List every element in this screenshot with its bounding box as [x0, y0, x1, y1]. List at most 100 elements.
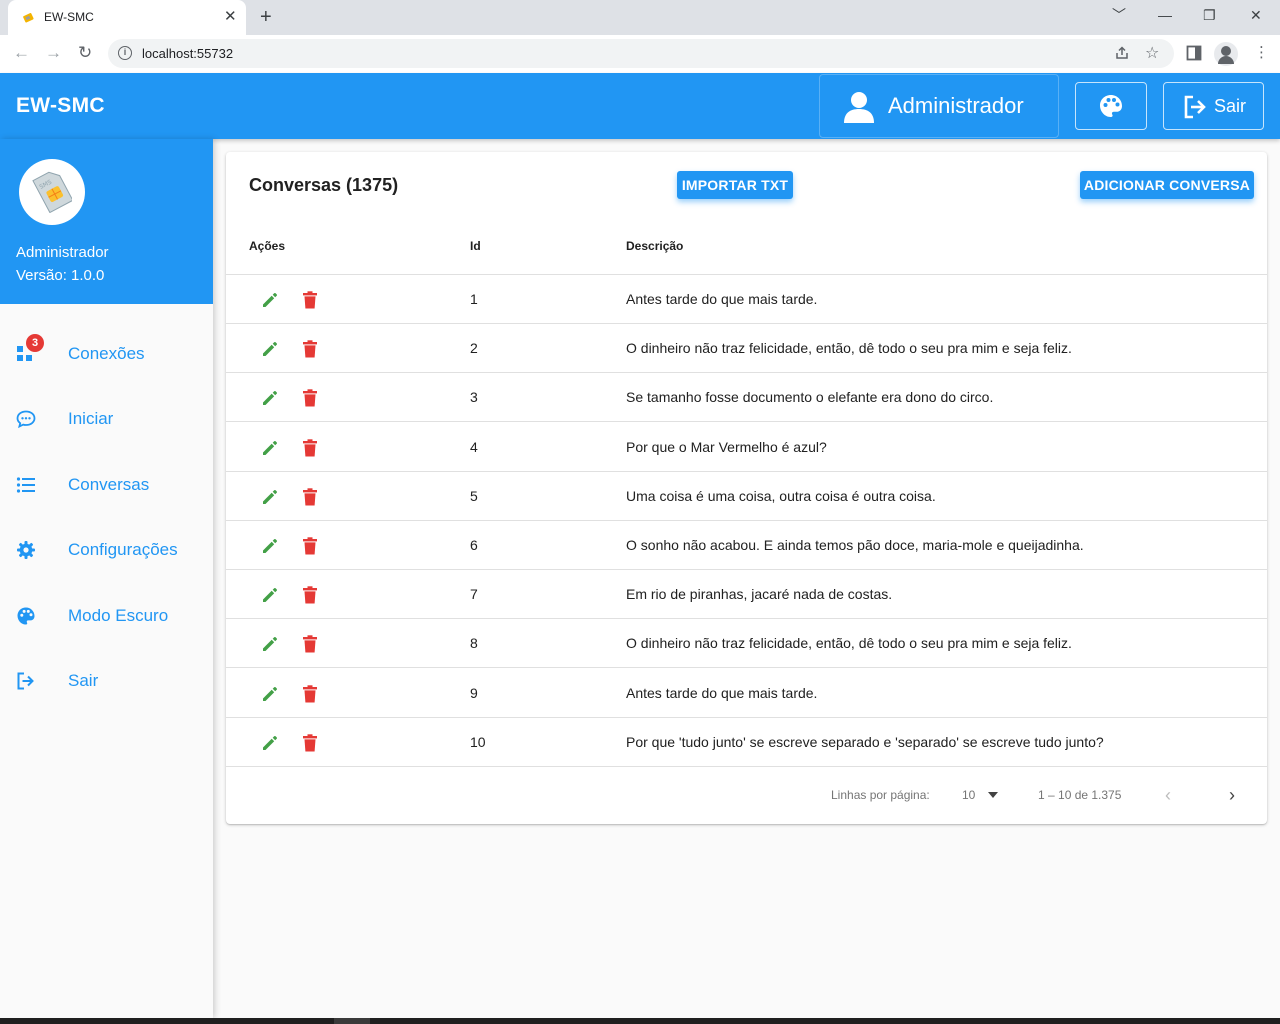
logout-label: Sair: [1214, 96, 1247, 116]
row-id: 1: [470, 291, 478, 307]
import-txt-button[interactable]: IMPORTAR TXT: [677, 171, 793, 199]
delete-trash-icon[interactable]: [302, 340, 318, 358]
delete-trash-icon[interactable]: [302, 635, 318, 653]
caret-down-icon: [988, 792, 998, 798]
sidebar-item-configuracoes[interactable]: Configurações: [0, 525, 213, 575]
rows-per-page-select[interactable]: 10: [962, 782, 1002, 806]
browser-tabstrip: EW-SMC ✕ + ﹀ — ❐ ✕: [0, 0, 1280, 35]
delete-trash-icon[interactable]: [302, 389, 318, 407]
edit-pencil-icon[interactable]: [261, 488, 279, 506]
row-description: Se tamanho fosse documento o elefante er…: [626, 389, 994, 406]
header-user-button[interactable]: Administrador: [819, 74, 1059, 138]
edit-pencil-icon[interactable]: [261, 586, 279, 604]
next-page-icon[interactable]: ›: [1229, 786, 1235, 804]
reload-icon[interactable]: ↻: [78, 43, 92, 63]
minimize-button[interactable]: —: [1158, 6, 1172, 24]
profile-panel: SMS Administrador Versão: 1.0.0: [0, 139, 213, 304]
row-id: 9: [470, 684, 478, 701]
table-row: 7 Em rio de piranhas, jacaré nada de cost…: [226, 570, 1267, 620]
theme-button[interactable]: [1075, 82, 1147, 130]
add-conversation-button[interactable]: ADICIONAR CONVERSA: [1080, 171, 1254, 199]
sidebar-item-modo-escuro[interactable]: Modo Escuro: [0, 591, 213, 641]
sidebar-item-label: Configurações: [68, 540, 178, 559]
site-info-icon[interactable]: i: [118, 46, 132, 60]
edit-pencil-icon[interactable]: [261, 291, 279, 309]
logout-icon: [1184, 95, 1206, 119]
bookmark-star-icon[interactable]: ☆: [1145, 45, 1159, 62]
address-bar[interactable]: i localhost:55732 ☆: [108, 39, 1174, 68]
column-header-description[interactable]: Descrição: [626, 239, 683, 253]
profile-avatar-icon[interactable]: [1214, 42, 1238, 66]
row-description: Por que 'tudo junto' se escreve separado…: [626, 733, 1104, 750]
favicon-icon: [23, 13, 34, 23]
tab-search-icon[interactable]: ﹀: [1112, 6, 1126, 24]
profile-name: Administrador: [16, 244, 109, 261]
restore-button[interactable]: ❐: [1203, 6, 1216, 24]
rows-per-page-label: Linhas por página:: [831, 788, 930, 802]
table-row: 1 Antes tarde do que mais tarde.: [226, 275, 1267, 324]
palette-icon: [1100, 95, 1122, 117]
row-id: 8: [470, 635, 478, 652]
sidebar-item-conexoes[interactable]: 3 Conexões: [0, 329, 213, 379]
table-row: 3 Se tamanho fosse documento o elefante e…: [226, 373, 1267, 423]
close-window-button[interactable]: ✕: [1250, 6, 1262, 24]
os-taskbar: [0, 1018, 1280, 1024]
browser-tab[interactable]: EW-SMC ✕: [8, 0, 246, 35]
table-row: 8 O dinheiro não traz felicidade, então, …: [226, 619, 1267, 669]
sidebar-item-conversas[interactable]: Conversas: [0, 460, 213, 510]
table-row: 5 Uma coisa é uma coisa, outra coisa é ou…: [226, 472, 1267, 521]
sidebar-item-iniciar[interactable]: Iniciar: [0, 394, 213, 444]
forward-icon[interactable]: →: [45, 43, 62, 63]
new-tab-button[interactable]: +: [260, 5, 272, 29]
profile-version: Versão: 1.0.0: [16, 267, 105, 284]
row-id: 6: [470, 537, 478, 553]
row-description: O dinheiro não traz felicidade, então, d…: [626, 340, 1072, 357]
edit-pencil-icon[interactable]: [261, 734, 279, 752]
logout-icon: [17, 672, 34, 690]
row-id: 7: [470, 586, 478, 603]
delete-trash-icon[interactable]: [302, 438, 318, 457]
user-icon: [844, 92, 874, 123]
table-row: 4 Por que o Mar Vermelho é azul?: [226, 423, 1267, 472]
app-title: EW-SMC: [16, 94, 105, 117]
row-id: 4: [470, 438, 478, 455]
delete-trash-icon[interactable]: [302, 586, 318, 604]
previous-page-icon[interactable]: ‹: [1165, 786, 1171, 804]
row-id: 2: [470, 340, 478, 357]
delete-trash-icon[interactable]: [302, 734, 318, 752]
palette-icon: [17, 607, 35, 625]
sim-card-icon: SMS: [32, 171, 72, 213]
table-row: 6 O sonho não acabou. E ainda temos pão d…: [226, 521, 1267, 570]
logout-button[interactable]: Sair: [1163, 82, 1264, 130]
taskbar-item[interactable]: [334, 1018, 370, 1024]
sidebar-item-label: Modo Escuro: [68, 606, 169, 625]
edit-pencil-icon[interactable]: [261, 685, 279, 703]
column-header-id[interactable]: Id: [470, 239, 481, 253]
edit-pencil-icon[interactable]: [261, 389, 279, 407]
back-icon[interactable]: ←: [13, 43, 30, 63]
browser-menu-icon[interactable]: ⋮: [1254, 43, 1269, 63]
row-description: Uma coisa é uma coisa, outra coisa é out…: [626, 487, 936, 504]
tab-close-icon[interactable]: ✕: [224, 8, 237, 26]
share-icon[interactable]: [1114, 45, 1130, 61]
gear-icon: [17, 541, 35, 559]
edit-pencil-icon[interactable]: [261, 537, 279, 555]
url-text: localhost:55732: [142, 46, 234, 61]
delete-trash-icon[interactable]: [302, 537, 318, 555]
delete-trash-icon[interactable]: [302, 291, 318, 309]
sidebar-item-sair[interactable]: Sair: [0, 656, 213, 706]
page-title: Conversas (1375): [249, 175, 399, 195]
delete-trash-icon[interactable]: [302, 684, 318, 703]
sidebar-item-label: Conexões: [68, 344, 145, 363]
edit-pencil-icon[interactable]: [261, 439, 279, 457]
column-header-actions: Ações: [249, 239, 286, 253]
edit-pencil-icon[interactable]: [261, 340, 279, 358]
row-description: O dinheiro não traz felicidade, então, d…: [626, 635, 1072, 652]
header-user-label: Administrador: [888, 93, 1024, 118]
sidebar-item-label: Iniciar: [68, 409, 114, 428]
delete-trash-icon[interactable]: [302, 488, 318, 506]
row-description: Por que o Mar Vermelho é azul?: [626, 438, 827, 455]
side-panel-icon[interactable]: [1186, 45, 1202, 61]
edit-pencil-icon[interactable]: [261, 635, 279, 653]
sidebar-item-label: Conversas: [68, 475, 150, 494]
